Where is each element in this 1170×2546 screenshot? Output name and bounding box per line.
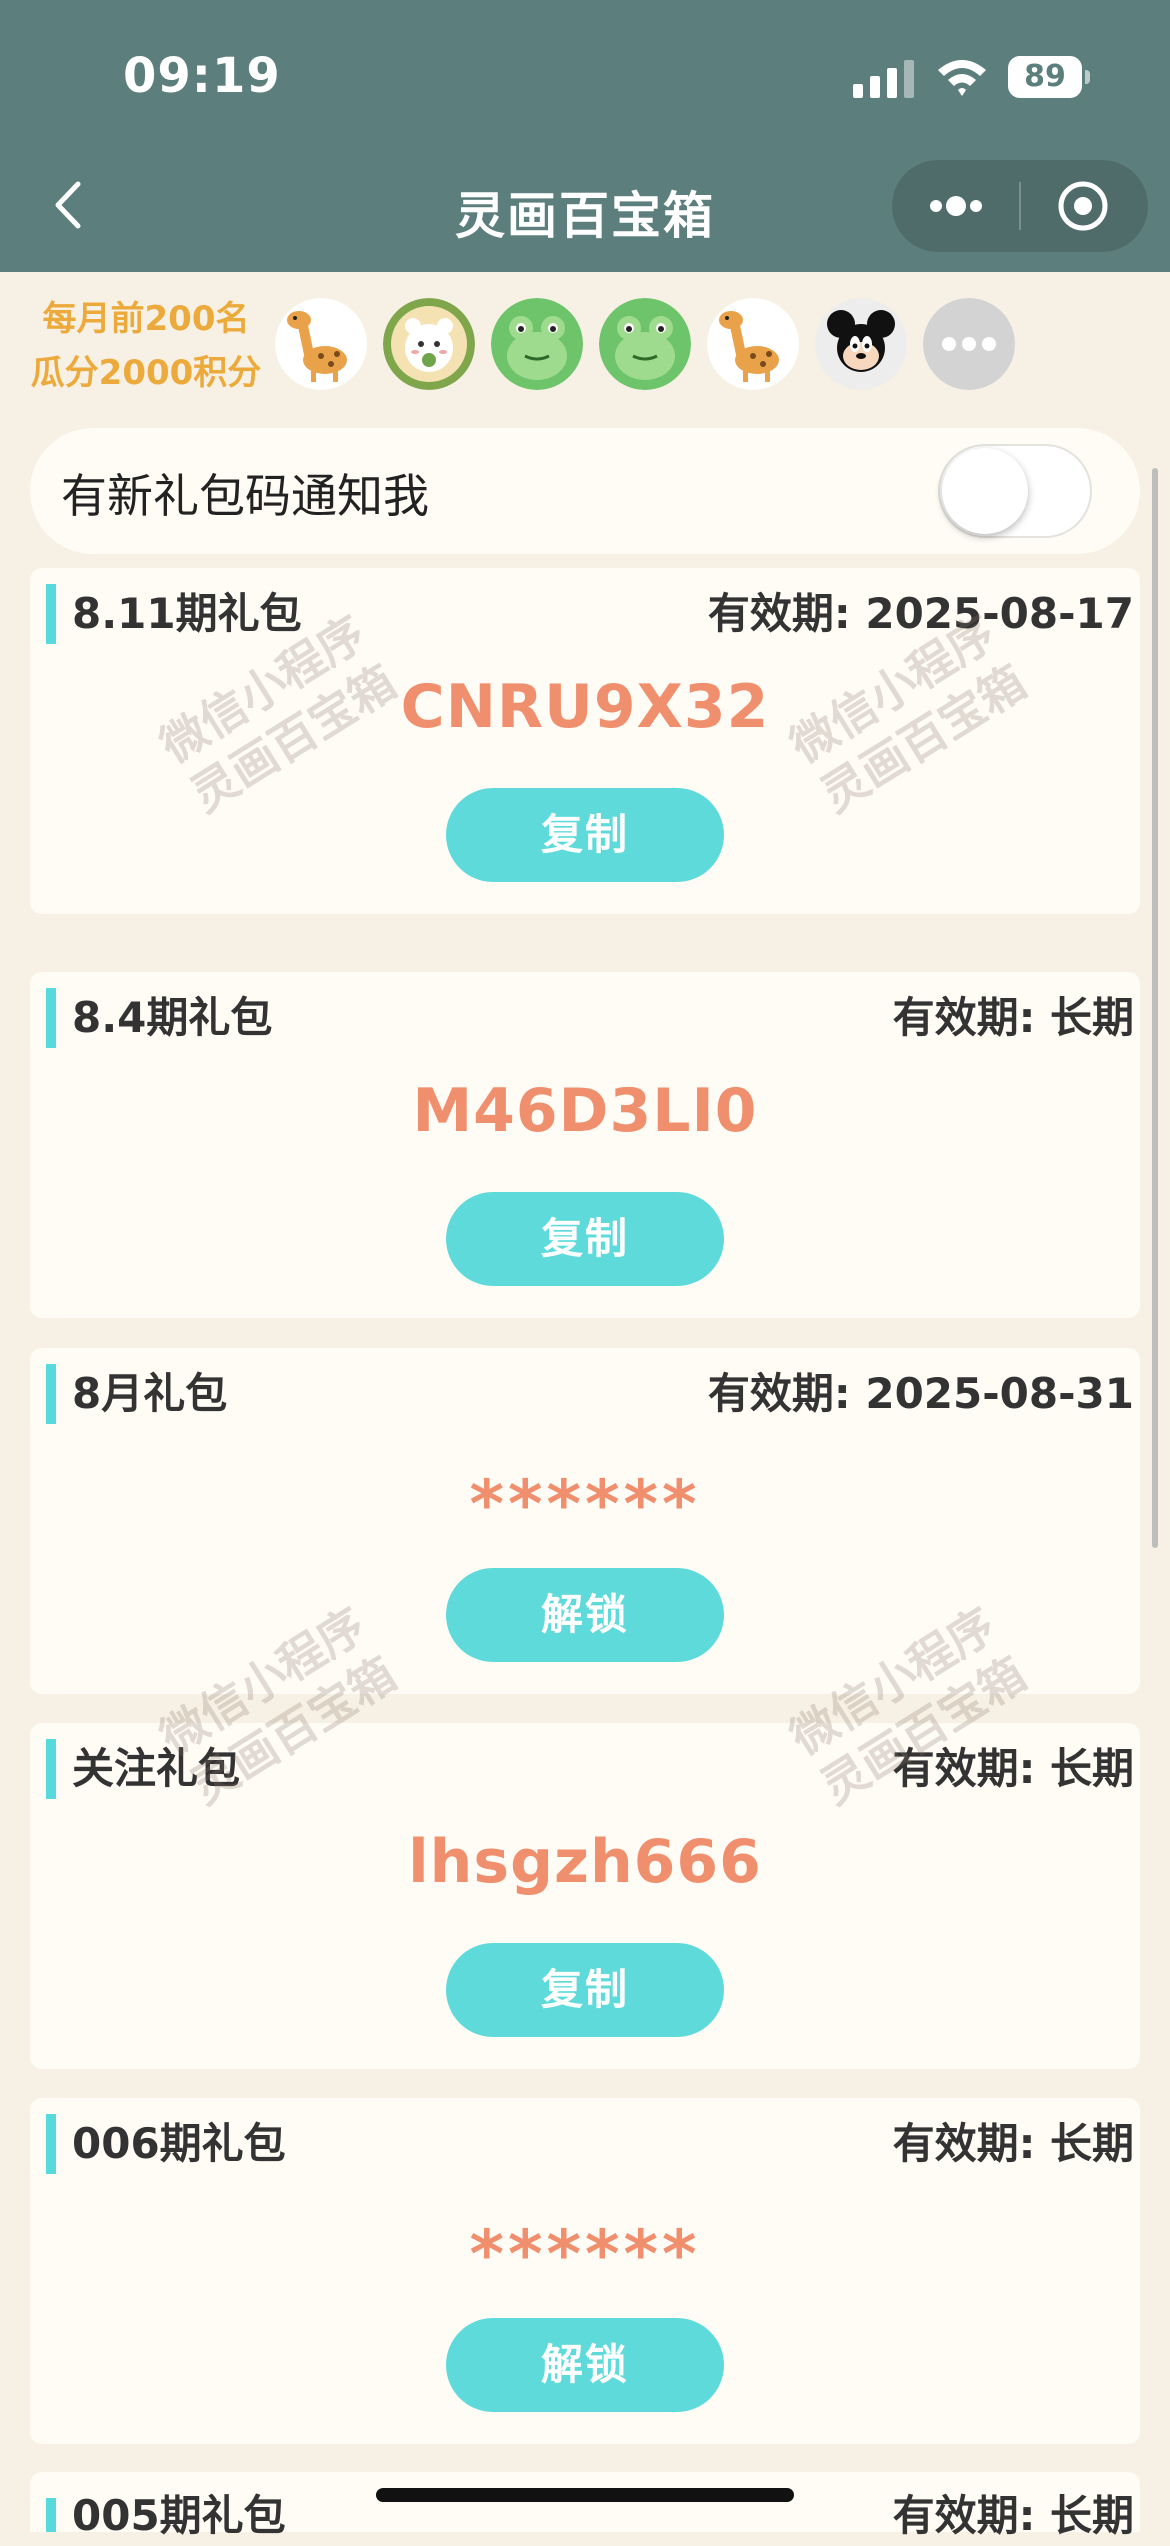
card-title: 006期礼包 xyxy=(72,2119,286,2168)
card-expiry: 有效期: 长期 xyxy=(892,993,1134,1042)
more-avatars-icon[interactable] xyxy=(923,298,1015,390)
gift-code: M46D3LI0 xyxy=(412,1076,758,1146)
copy-button[interactable]: 复制 xyxy=(446,1192,724,1286)
card-title: 8.11期礼包 xyxy=(72,589,302,638)
card-accent-bar xyxy=(46,2498,56,2532)
avatar-bear-icon[interactable] xyxy=(383,298,475,390)
unlock-button[interactable]: 解锁 xyxy=(446,2318,724,2412)
gift-card: 006期礼包 有效期: 长期 ****** 解锁 xyxy=(30,2098,1140,2444)
card-accent-bar xyxy=(46,2114,56,2174)
notify-row: 有新礼包码通知我 xyxy=(30,428,1140,554)
copy-button[interactable]: 复制 xyxy=(446,1943,724,2037)
card-accent-bar xyxy=(46,1739,56,1799)
battery-icon: 89 xyxy=(1008,56,1090,98)
cellular-signal-icon xyxy=(853,60,914,98)
wifi-icon xyxy=(938,60,986,96)
avatar-giraffe-icon[interactable] xyxy=(707,298,799,390)
gift-card: 关注礼包 有效期: 长期 lhsgzh666 复制 xyxy=(30,1723,1140,2069)
toggle-knob xyxy=(942,448,1028,534)
unlock-button[interactable]: 解锁 xyxy=(446,1568,724,1662)
card-expiry: 有效期: 长期 xyxy=(892,2119,1134,2168)
avatar-mickey-icon[interactable] xyxy=(815,298,907,390)
scrollbar[interactable] xyxy=(1152,468,1158,1548)
card-title: 8月礼包 xyxy=(72,1369,228,1418)
card-expiry: 有效期: 长期 xyxy=(892,1744,1134,1793)
card-expiry: 有效期: 2025-08-31 xyxy=(707,1369,1134,1418)
card-accent-bar xyxy=(46,584,56,644)
card-title: 关注礼包 xyxy=(72,1744,241,1793)
banner-line-1: 每月前200名 xyxy=(42,299,250,339)
card-title: 005期礼包 xyxy=(72,2491,286,2540)
notify-label: 有新礼包码通知我 xyxy=(61,469,429,523)
banner-line-2: 瓜分2000积分 xyxy=(30,353,262,393)
gift-card: 8.11期礼包 有效期: 2025-08-17 CNRU9X32 复制 xyxy=(30,568,1140,914)
notify-toggle[interactable] xyxy=(938,444,1092,538)
masked-gift-code: ****** xyxy=(469,2216,701,2293)
more-icon[interactable] xyxy=(892,160,1019,252)
gift-card: 8.4期礼包 有效期: 长期 M46D3LI0 复制 xyxy=(30,972,1140,1318)
gift-code: lhsgzh666 xyxy=(408,1827,762,1897)
capsule-menu xyxy=(892,160,1148,252)
gift-card: 005期礼包 有效期: 长期 xyxy=(30,2472,1140,2540)
avatar-giraffe-icon[interactable] xyxy=(275,298,367,390)
header: 09:19 89 灵画百宝箱 xyxy=(0,0,1170,272)
avatar-frog-icon[interactable] xyxy=(599,298,691,390)
card-expiry: 有效期: 2025-08-17 xyxy=(707,589,1134,638)
card-expiry: 有效期: 长期 xyxy=(892,2491,1134,2540)
battery-level: 89 xyxy=(1024,59,1066,94)
card-accent-bar xyxy=(46,1364,56,1424)
gift-code: CNRU9X32 xyxy=(400,672,770,742)
close-miniprogram-icon[interactable] xyxy=(1021,160,1148,252)
ranking-banner-text[interactable]: 每月前200名 瓜分2000积分 xyxy=(28,292,264,400)
card-accent-bar xyxy=(46,988,56,1048)
avatar-frog-icon[interactable] xyxy=(491,298,583,390)
gift-card: 8月礼包 有效期: 2025-08-31 ****** 解锁 xyxy=(30,1348,1140,1694)
home-indicator xyxy=(376,2488,794,2502)
status-time: 09:19 xyxy=(123,48,281,104)
card-title: 8.4期礼包 xyxy=(72,993,273,1042)
masked-gift-code: ****** xyxy=(469,1466,701,1543)
copy-button[interactable]: 复制 xyxy=(446,788,724,882)
